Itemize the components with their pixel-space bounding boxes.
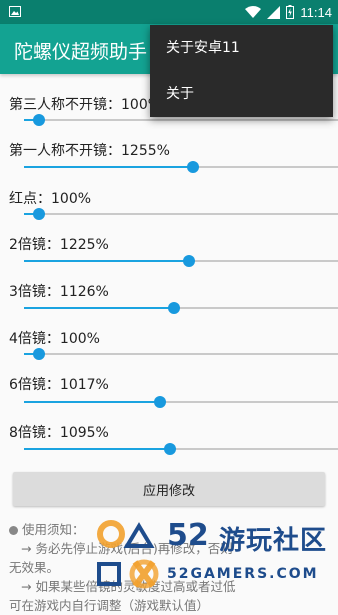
red-dot-slider[interactable] [24,208,338,220]
third-person-slider[interactable] [24,114,338,126]
3x-scope-slider[interactable] [24,302,338,314]
slider-fill [24,260,189,262]
watermark-english: 52GAMERS.COM [167,566,319,582]
slider-thumb[interactable] [32,348,45,360]
setting-label: 2倍镜：1225% [9,237,109,253]
watermark-number: 52 [167,518,209,553]
notes-title: 使用须知： [22,522,85,537]
bullet-icon [9,526,18,535]
slider-thumb[interactable] [153,396,166,408]
setting-label: 8倍镜：1095% [9,425,109,441]
wifi-icon [245,5,262,18]
status-bar: 11:14 [0,0,338,24]
app-title: 陀螺仪超频助手 [14,41,148,63]
setting-label: 红点：100% [9,191,92,207]
first-person-slider[interactable] [24,161,338,173]
watermark-logo: 52 游玩社区 52GAMERS.COM [95,516,338,600]
slider-thumb[interactable] [168,302,181,314]
setting-label: 第一人称不开镜：1255% [9,143,170,159]
8x-scope-slider[interactable] [24,443,338,455]
slider-fill [24,307,175,309]
4x-scope-slider[interactable] [24,348,338,360]
slider-thumb[interactable] [32,114,45,126]
apply-changes-button[interactable]: 应用修改 [13,472,325,506]
setting-label: 4倍镜：100% [9,331,100,347]
status-time: 11:14 [300,4,332,20]
battery-charging-icon [286,5,295,19]
setting-label: 第三人称不开镜：100% [9,97,162,113]
6x-scope-slider[interactable] [24,396,338,408]
slider-fill [24,448,170,450]
overflow-menu: 关于安卓11 关于 [150,25,333,117]
slider-fill [24,401,160,403]
watermark-chinese: 游玩社区 [219,526,328,556]
menu-item-about-android11[interactable]: 关于安卓11 [150,25,333,71]
slider-thumb[interactable] [187,161,200,173]
setting-label: 6倍镜：1017% [9,377,109,393]
slider-thumb[interactable] [164,443,176,455]
menu-item-about[interactable]: 关于 [150,71,333,117]
watermark-emblem-icon [97,520,159,589]
image-icon [9,6,21,17]
slider-fill [24,166,194,168]
slider-thumb[interactable] [182,255,195,267]
signal-icon [267,5,281,19]
2x-scope-slider[interactable] [24,255,338,267]
setting-label: 3倍镜：1126% [9,284,109,300]
slider-thumb[interactable] [32,208,45,220]
